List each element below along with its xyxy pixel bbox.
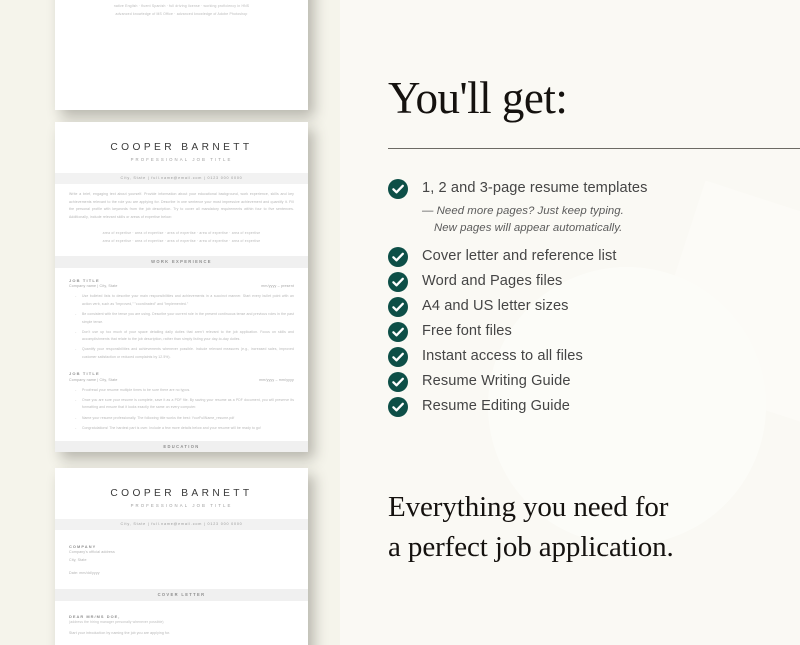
- job-entry: JOB TITLE Company name | City, State mm/…: [69, 277, 294, 364]
- tagline-line-1: Everything you need for: [388, 491, 669, 523]
- list-item: Word and Pages files: [388, 271, 798, 292]
- feature-label: 1, 2 and 3-page resume templates: [422, 180, 648, 196]
- promo-graphic: EXTRACURRICULAR ACTIVITIES Adding extrac…: [0, 0, 800, 645]
- section-header-cover-letter: COVER LETTER: [55, 588, 308, 601]
- feature-note-line-1: — Need more pages? Just keep typing.: [422, 205, 624, 217]
- section-header-work-experience: WORK EXPERIENCE: [55, 256, 308, 268]
- job-bullet-list: Proofread your resume multiple times to …: [69, 386, 294, 435]
- job-dates: mm/yyyy – mm/yyyy: [259, 377, 294, 382]
- skills-line-2: advanced knowledge of MS Office · advanc…: [115, 12, 248, 17]
- tagline-line-2: a perfect job application.: [388, 531, 674, 564]
- feature-label: Resume Editing Guide: [422, 397, 571, 414]
- list-item: Don't use up too much of your space deta…: [75, 328, 294, 347]
- check-circle-icon: [388, 396, 408, 417]
- company-address: Company's official address: [69, 549, 115, 554]
- feature-note-line-2: New pages will appear automatically.: [434, 221, 623, 234]
- feature-list: 1, 2 and 3-page resume templates — Need …: [388, 178, 798, 421]
- check-circle-icon: [388, 321, 408, 342]
- feature-note: — Need more pages? Just keep typing. New…: [422, 203, 798, 237]
- job-company: Company name | City, State: [69, 284, 118, 289]
- list-item: Proofread your resume multiple times to …: [75, 386, 294, 397]
- job-dates: mm/yyyy – present: [261, 284, 294, 289]
- candidate-job-title: PROFESSIONAL JOB TITLE: [130, 503, 233, 508]
- list-item: Be consistent with the tense you are usi…: [75, 310, 294, 329]
- check-circle-icon: [388, 246, 408, 267]
- check-circle-icon: [388, 371, 408, 392]
- list-item: Quantify your responsibilities and achie…: [75, 345, 294, 364]
- letter-date: Date: mm/dd/yyyy: [69, 571, 100, 576]
- expertise-line-1: area of expertise · area of expertise · …: [102, 230, 261, 235]
- candidate-name: COOPER BARNETT: [110, 142, 253, 153]
- page-title: You'll get:: [388, 73, 568, 123]
- list-item: Free font files: [388, 321, 798, 342]
- cover-letter-page[interactable]: COOPER BARNETT PROFESSIONAL JOB TITLE Ci…: [55, 468, 308, 645]
- feature-label: Word and Pages files: [422, 272, 563, 289]
- letter-paragraph-1: Start your introduction by naming the jo…: [69, 631, 171, 636]
- closing-tagline: Everything you need for a perfect job ap…: [388, 487, 674, 567]
- candidate-job-title: PROFESSIONAL JOB TITLE: [130, 157, 233, 162]
- check-circle-icon: [388, 179, 408, 199]
- resume-page-top[interactable]: EXTRACURRICULAR ACTIVITIES Adding extrac…: [55, 0, 308, 110]
- list-item: Congratulations! The hardest part is ove…: [75, 424, 294, 435]
- expertise-line-2: area of expertise · area of expertise · …: [102, 239, 261, 244]
- contact-bar: City, State | full.name@email.com | 0123…: [55, 173, 308, 184]
- job-company: Company name | City, State: [69, 377, 118, 382]
- skills-line-1: native English · fluent Spanish · full d…: [113, 3, 250, 8]
- list-item: Resume Writing Guide: [388, 371, 798, 392]
- list-item: Name your resume professionally. The fol…: [75, 414, 294, 425]
- feature-panel: You'll get: 1, 2 and 3-page resume templ…: [340, 0, 800, 645]
- feature-label: Resume Writing Guide: [422, 372, 571, 389]
- contact-bar: City, State | full.name@email.com | 0123…: [55, 519, 308, 530]
- feature-label: Instant access to all files: [422, 347, 583, 364]
- list-item: Use bulleted lists to describe your main…: [75, 292, 294, 311]
- title-divider: [388, 148, 800, 150]
- list-item: Resume Editing Guide: [388, 396, 798, 417]
- list-item: A4 and US letter sizes: [388, 296, 798, 317]
- feature-label: Cover letter and reference list: [422, 247, 617, 264]
- resume-preview-stack: EXTRACURRICULAR ACTIVITIES Adding extrac…: [0, 0, 340, 645]
- check-circle-icon: [388, 271, 408, 292]
- list-item: Cover letter and reference list: [388, 246, 798, 267]
- job-entry: JOB TITLE Company name | City, State mm/…: [69, 370, 294, 435]
- check-circle-icon: [388, 296, 408, 317]
- section-header-education: EDUCATION: [55, 440, 308, 452]
- job-bullet-list: Use bulleted lists to describe your main…: [69, 292, 294, 364]
- candidate-name: COOPER BARNETT: [110, 488, 253, 499]
- check-circle-icon: [388, 346, 408, 367]
- profile-paragraph: Write a brief, engaging text about yours…: [69, 191, 294, 220]
- list-item: Instant access to all files: [388, 346, 798, 367]
- resume-page-middle[interactable]: COOPER BARNETT PROFESSIONAL JOB TITLE Ci…: [55, 122, 308, 452]
- feature-label: Free font files: [422, 322, 512, 339]
- list-item: 1, 2 and 3-page resume templates: [388, 178, 798, 199]
- company-city: City, State: [69, 557, 87, 562]
- feature-label: A4 and US letter sizes: [422, 297, 569, 314]
- list-item: Once you are sure your resume is complet…: [75, 396, 294, 415]
